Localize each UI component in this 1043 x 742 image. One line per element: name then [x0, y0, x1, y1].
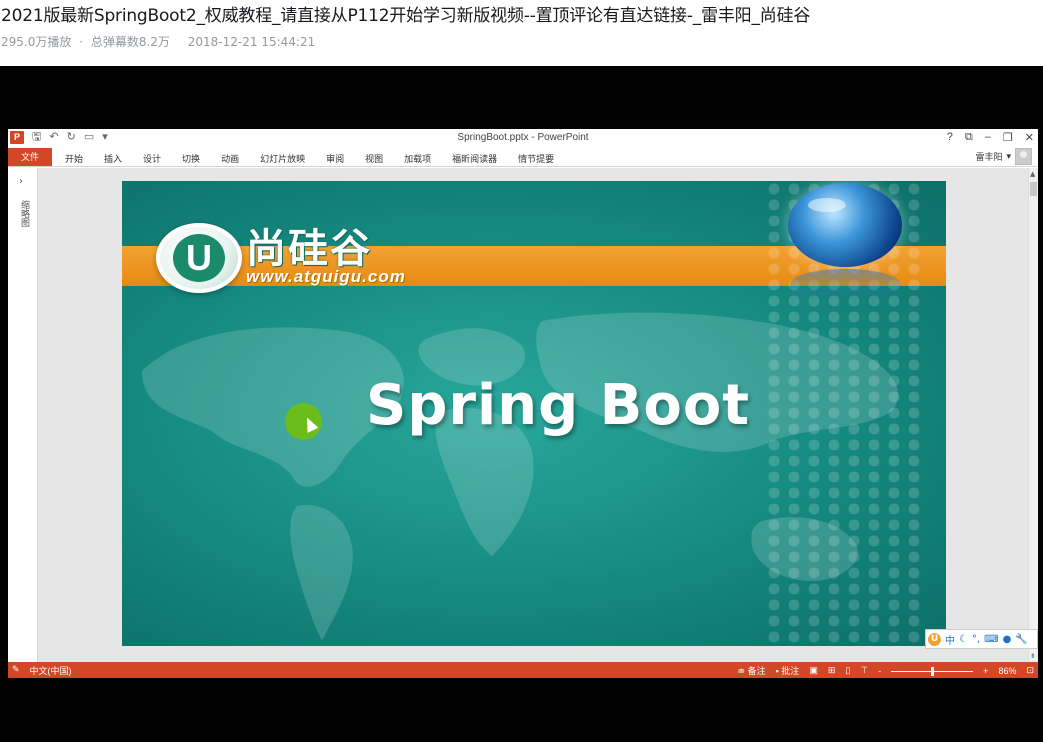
- danmaku-count: 总弹幕数8.2万: [90, 35, 170, 49]
- zoom-in-button[interactable]: +: [983, 666, 988, 676]
- ribbon-tabs: 文件 开始 插入 设计 切换 动画 幻灯片放映 审阅 视图 加载项 福昕阅读器 …: [8, 147, 1038, 167]
- ribbon-display-icon[interactable]: ⧉: [965, 131, 973, 144]
- punctuation-icon[interactable]: °,: [972, 634, 980, 645]
- slideshow-view-icon[interactable]: ⊤: [860, 665, 868, 676]
- powerpoint-window: P 🖫 ↶ ↻ ▭ ▾ SpringBoot.pptx - PowerPoint…: [8, 129, 1038, 678]
- reading-view-icon[interactable]: ▯: [845, 665, 850, 676]
- expand-chevron-icon[interactable]: ›: [19, 176, 23, 187]
- status-bar: ✎ 中文(中国) ≐ 备注 ▪ 批注 ▣ ⊞ ▯ ⊤ - + 86% ⊡: [8, 662, 1038, 678]
- video-title: 2021版最新SpringBoot2_权威教程_请直接从P112开始学习新版视频…: [1, 6, 811, 26]
- zoom-slider[interactable]: [891, 666, 974, 676]
- tab-file[interactable]: 文件: [8, 148, 52, 166]
- zoom-out-button[interactable]: -: [878, 666, 881, 676]
- fit-to-window-icon[interactable]: ⊡: [1026, 665, 1034, 676]
- logo-text: 尚硅谷 www.atguigu.com: [246, 229, 406, 287]
- thumbnail-pane-label: 缩略图: [19, 200, 29, 227]
- tab-animations[interactable]: 动画: [221, 152, 239, 165]
- logo-letter: U: [173, 234, 225, 282]
- tab-view[interactable]: 视图: [365, 152, 383, 165]
- chevron-down-icon: ▾: [1006, 151, 1011, 161]
- logo-url: www.atguigu.com: [246, 267, 406, 286]
- notes-label: 备注: [747, 666, 766, 676]
- user-account[interactable]: 雷丰阳 ▾: [975, 148, 1032, 165]
- globe-graphic: [788, 183, 902, 267]
- atguigu-logo: U 尚硅谷 www.atguigu.com: [156, 223, 406, 293]
- document-title: SpringBoot.pptx - PowerPoint: [457, 132, 589, 143]
- tab-storyboarding[interactable]: 情节提要: [518, 152, 554, 165]
- normal-view-icon[interactable]: ▣: [809, 665, 818, 676]
- tab-slideshow[interactable]: 幻灯片放映: [260, 152, 305, 165]
- tab-home[interactable]: 开始: [65, 152, 83, 165]
- tab-transitions[interactable]: 切换: [182, 152, 200, 165]
- user-name: 雷丰阳: [975, 152, 1003, 162]
- tab-design[interactable]: 设计: [143, 152, 161, 165]
- video-meta: 295.0万播放 · 总弹幕数8.2万 2018-12-21 15:44:21: [1, 33, 319, 50]
- ime-toolbar[interactable]: U 中 ☾ °, ⌨ ● 🔧: [925, 629, 1038, 649]
- notes-button[interactable]: ≐ 备注: [738, 664, 766, 677]
- status-right: ≐ 备注 ▪ 批注 ▣ ⊞ ▯ ⊤ - + 86% ⊡: [738, 664, 1034, 677]
- logo-chinese: 尚硅谷: [246, 226, 372, 272]
- view-count: 295.0万播放: [1, 35, 72, 49]
- close-icon[interactable]: ✕: [1025, 131, 1034, 144]
- wrench-icon[interactable]: 🔧: [1015, 634, 1027, 645]
- slide-title: Spring Boot: [366, 373, 751, 438]
- tab-addins[interactable]: 加载项: [404, 152, 431, 165]
- help-icon[interactable]: ?: [947, 131, 953, 144]
- video-page: 2021版最新SpringBoot2_权威教程_请直接从P112开始学习新版视频…: [0, 0, 1043, 742]
- restore-icon[interactable]: ❐: [1003, 131, 1013, 144]
- tab-insert[interactable]: 插入: [104, 152, 122, 165]
- avatar: [1015, 148, 1032, 165]
- ppt-titlebar: P 🖫 ↶ ↻ ▭ ▾ SpringBoot.pptx - PowerPoint…: [8, 129, 1038, 147]
- next-slide-icon[interactable]: ⇟: [1030, 652, 1036, 660]
- slide-canvas[interactable]: U 尚硅谷 www.atguigu.com Spring Boot: [122, 181, 946, 646]
- window-controls: ? ⧉ – ❐ ✕: [947, 131, 1034, 144]
- moon-icon[interactable]: ☾: [959, 634, 968, 645]
- tab-list: 开始 插入 设计 切换 动画 幻灯片放映 审阅 视图 加载项 福昕阅读器 情节提…: [65, 152, 575, 165]
- logo-badge: U: [156, 223, 242, 293]
- language-indicator[interactable]: 中文(中国): [30, 664, 72, 677]
- zoom-knob[interactable]: [931, 666, 935, 676]
- spellcheck-icon[interactable]: ✎: [12, 664, 20, 677]
- meta-separator: ·: [79, 35, 84, 49]
- zoom-level[interactable]: 86%: [998, 666, 1016, 676]
- tab-foxit-reader[interactable]: 福昕阅读器: [452, 152, 497, 165]
- scroll-up-icon[interactable]: ▲: [1030, 170, 1035, 178]
- ime-mode[interactable]: 中: [945, 632, 955, 647]
- ime-logo-icon: U: [928, 632, 941, 646]
- thumbnail-pane: › 缩略图: [8, 168, 38, 662]
- user-icon[interactable]: ●: [1003, 634, 1012, 645]
- ppt-workspace: › 缩略图 U 尚硅谷 www.atguigu.com Spring Boot …: [8, 168, 1038, 662]
- keyboard-icon[interactable]: ⌨: [984, 634, 998, 645]
- tab-review[interactable]: 审阅: [326, 152, 344, 165]
- status-left: ✎ 中文(中国): [12, 664, 72, 677]
- video-player[interactable]: P 🖫 ↶ ↻ ▭ ▾ SpringBoot.pptx - PowerPoint…: [0, 66, 1043, 742]
- minimize-icon[interactable]: –: [985, 131, 991, 144]
- publish-date: 2018-12-21 15:44:21: [187, 35, 316, 49]
- globe-reflection: [790, 269, 900, 299]
- vertical-scrollbar[interactable]: ▲ ▼ ⇞ ⇟: [1028, 168, 1038, 662]
- comments-button[interactable]: ▪ 批注: [776, 664, 800, 677]
- comments-label: 批注: [781, 666, 800, 676]
- scrollbar-thumb[interactable]: [1030, 182, 1037, 196]
- slide-sorter-icon[interactable]: ⊞: [828, 665, 836, 676]
